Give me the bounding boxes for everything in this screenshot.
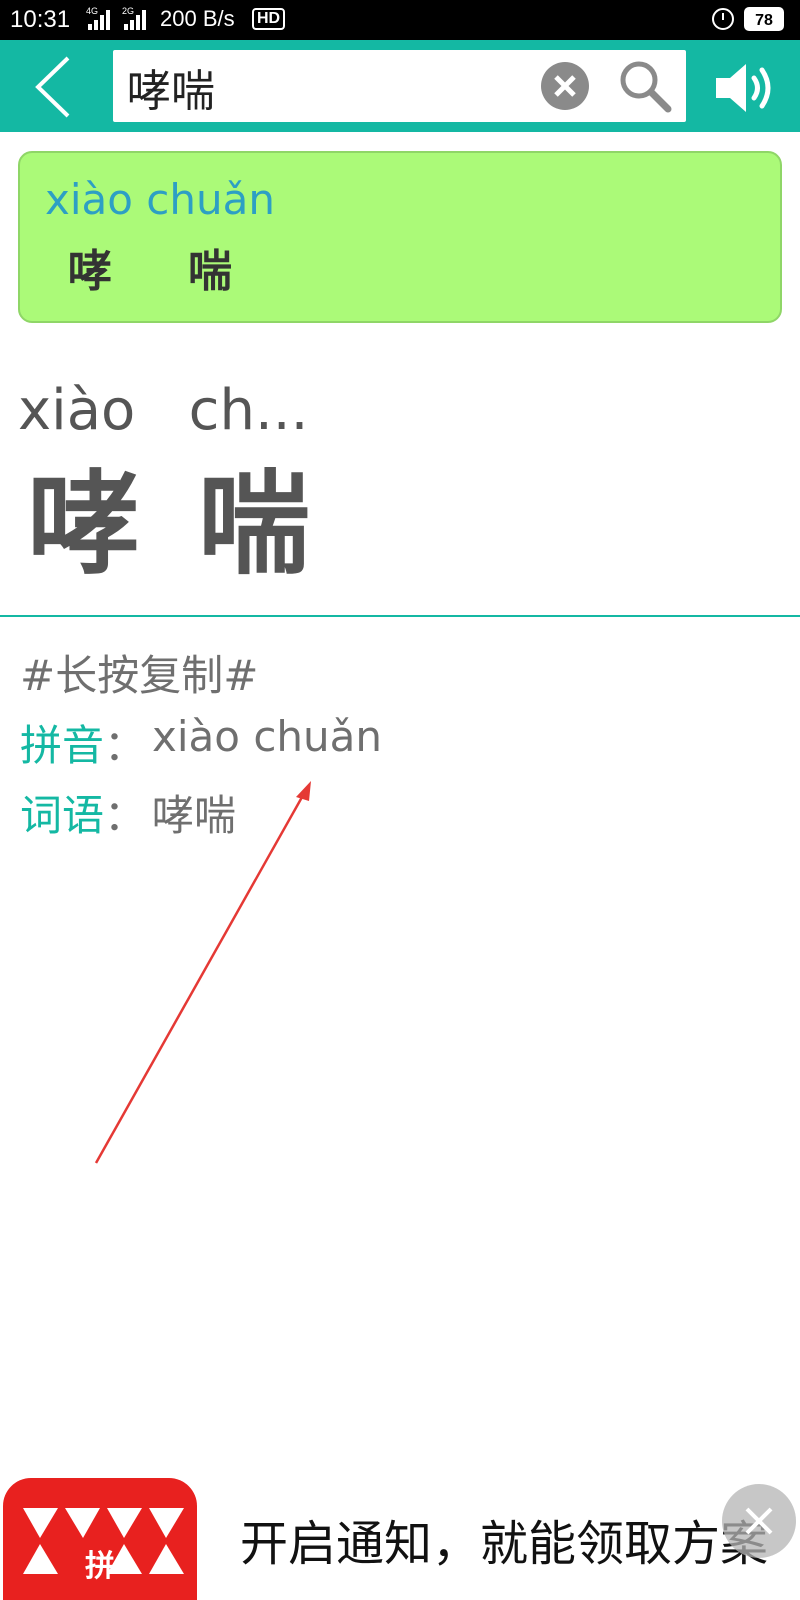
section-divider: [0, 615, 800, 617]
pinyin-value: xiào chuǎn: [152, 712, 383, 761]
signal-icon-2: 2G: [122, 6, 146, 30]
result-char: 喘: [188, 246, 232, 297]
display-char: 哮: [28, 460, 140, 590]
copy-hint: #长按复制#: [20, 651, 259, 700]
status-bar: 10:31 4G 2G 200 B/s HD 78: [0, 0, 800, 40]
word-label: 词语: [20, 791, 105, 840]
search-button[interactable]: [617, 58, 673, 114]
chevron-left-icon: [35, 56, 70, 118]
pinyin-label: 拼音: [20, 721, 105, 770]
speaker-icon: [716, 64, 771, 112]
search-icon: [620, 61, 672, 113]
search-box: [113, 50, 686, 122]
result-card[interactable]: xiào chuǎn 哮 喘: [18, 151, 782, 323]
result-chars: 哮 喘: [68, 235, 232, 299]
result-pinyin: xiào chuǎn: [45, 175, 275, 224]
back-button[interactable]: [20, 52, 90, 122]
pinyin-row[interactable]: 拼音 ： xiào chuǎn: [20, 712, 382, 773]
search-input[interactable]: [125, 56, 529, 118]
display-pinyin: xiào ch...: [18, 378, 309, 443]
hd-icon: HD: [252, 8, 286, 30]
close-circle-icon: [541, 62, 589, 110]
speaker-button[interactable]: [714, 62, 778, 114]
signal-icon: 4G: [86, 6, 110, 30]
app-logo[interactable]: 拼: [3, 1478, 197, 1600]
status-time: 10:31: [10, 6, 71, 33]
word-value: 哮喘: [152, 791, 237, 840]
ad-close-button[interactable]: [722, 1484, 796, 1558]
result-char: 哮: [68, 246, 112, 297]
ad-text[interactable]: 开启通知，就能领取方案: [240, 1504, 768, 1574]
clear-button[interactable]: [540, 61, 590, 111]
display-char: 喘: [198, 460, 310, 590]
network-type-label-2: 2G: [122, 6, 135, 16]
logo-char: 拼: [85, 1549, 115, 1584]
word-row[interactable]: 词语 ： 哮喘: [20, 782, 236, 843]
network-type-label: 4G: [86, 6, 99, 16]
pinduoduo-logo-icon: 拼: [23, 1508, 184, 1584]
colon: ：: [104, 791, 147, 840]
colon: ：: [104, 721, 147, 770]
app-toolbar: [0, 40, 800, 132]
display-chars: 哮 喘: [28, 460, 310, 590]
ad-banner: 拼 开启通知，就能领取方案: [0, 1476, 800, 1600]
battery-icon: 78: [744, 7, 784, 31]
alarm-icon: [712, 8, 734, 30]
network-speed: 200 B/s: [160, 6, 235, 31]
